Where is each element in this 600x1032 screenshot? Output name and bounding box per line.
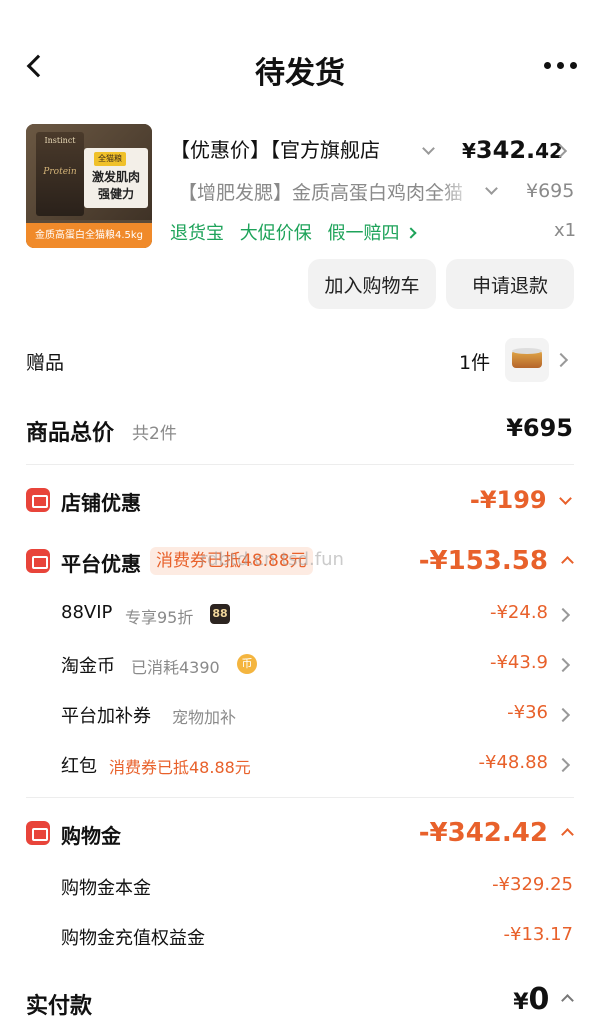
- paid-value: 0: [528, 982, 550, 1017]
- gift-count: 1件: [459, 352, 491, 374]
- service-returns: 退货宝: [170, 223, 224, 244]
- more-icon[interactable]: [544, 62, 578, 72]
- image-brand: Instinct: [44, 136, 76, 145]
- paid-label: 实付款: [26, 994, 93, 1019]
- store-discount-chevron-icon: [559, 492, 572, 505]
- image-badge: 全猫粮: [94, 152, 126, 166]
- expand-subtitle-icon[interactable]: [485, 182, 498, 195]
- platform-discount-label: 平台优惠: [61, 552, 141, 576]
- item-note: 已消耗4390: [131, 658, 220, 677]
- divider: [26, 464, 574, 465]
- paid-chevron-icon: [561, 994, 574, 1007]
- page-title: 待发货: [255, 56, 345, 91]
- item-note: 专享95折: [125, 608, 194, 627]
- store-discount-label: 店铺优惠: [61, 491, 141, 515]
- add-to-cart-button[interactable]: 加入购物车: [308, 259, 436, 309]
- store-discount-row[interactable]: -¥199: [469, 486, 572, 514]
- item-value: -¥36: [507, 702, 548, 723]
- shopping-money-label: 购物金: [61, 824, 121, 848]
- request-refund-button[interactable]: 申请退款: [446, 259, 574, 309]
- discount-row-88vip[interactable]: 88VIP 专享95折 88 -¥24.8: [0, 598, 600, 632]
- service-tags[interactable]: 退货宝 大促价保 假一赔四: [170, 219, 417, 245]
- item-label: 88VIP: [61, 602, 113, 623]
- service-chevron-icon: [405, 227, 417, 239]
- item-chevron-icon: [555, 607, 571, 623]
- image-protein: Protein: [43, 167, 77, 177]
- shopping-money-row[interactable]: -¥342.42: [418, 818, 574, 848]
- price-int: 342.: [475, 136, 536, 164]
- discount-row-red-packet[interactable]: 红包 消费券已抵48.88元 -¥48.88: [0, 748, 600, 782]
- service-price-protect: 大促价保: [239, 223, 312, 244]
- price-symbol: ¥: [462, 139, 476, 163]
- item-note: 宠物加补: [172, 708, 237, 727]
- subtitle-fade: [440, 178, 476, 208]
- product-title-line2[interactable]: 【增肥发腮】金质高蛋白鸡肉全猫: [178, 178, 470, 208]
- divider: [26, 797, 574, 798]
- product-image[interactable]: Instinct Protein 全猫粮 激发肌肉 强健力 金质高蛋白全猫粮4.…: [26, 124, 152, 248]
- item-value: -¥24.8: [489, 602, 548, 623]
- item-label: 红包: [61, 756, 97, 777]
- gift-chevron-icon: [553, 352, 569, 368]
- product-image-bag: Instinct Protein: [36, 132, 84, 216]
- shopping-money-chevron-icon: [561, 828, 574, 841]
- item-value: -¥48.88: [478, 752, 548, 773]
- shopping-money-principal-row: 购物金本金 -¥329.25: [0, 870, 600, 904]
- image-tagline-1: 激发肌肉: [91, 170, 140, 184]
- product-title-text: 【优惠价】【官方旗舰店: [170, 138, 380, 162]
- total-value: ¥695: [506, 414, 573, 442]
- item-value: -¥13.17: [503, 924, 573, 945]
- store-discount-value: -¥199: [469, 486, 547, 514]
- product-subtitle-text: 【增肥发腮】金质高蛋白鸡肉全猫: [178, 182, 464, 204]
- platform-icon: [26, 549, 50, 573]
- paid-symbol: ¥: [513, 990, 529, 1015]
- paid-row[interactable]: ¥0: [513, 982, 574, 1017]
- image-tagline-2: 强健力: [97, 187, 134, 201]
- platform-discount-chevron-icon: [561, 556, 574, 569]
- coin-icon: 币: [237, 654, 257, 674]
- store-icon: [26, 488, 50, 512]
- shopping-money-icon: [26, 821, 50, 845]
- discount-row-taojinbi[interactable]: 淘金币 已消耗4390 币 -¥43.9: [0, 648, 600, 682]
- item-chevron-icon: [555, 707, 571, 723]
- original-price: ¥695: [526, 180, 575, 202]
- vip-88-badge-icon: 88: [210, 604, 230, 624]
- item-label: 购物金充值权益金: [61, 928, 205, 949]
- item-chevron-icon: [555, 757, 571, 773]
- platform-discount-value: -¥153.58: [418, 546, 548, 576]
- shopping-money-bonus-row: 购物金充值权益金 -¥13.17: [0, 920, 600, 954]
- product-price: ¥342.42: [462, 136, 563, 164]
- watermark: rdbtd.cn tsd.fun: [200, 549, 344, 570]
- quantity: x1: [554, 220, 577, 241]
- item-chevron-icon: [555, 657, 571, 673]
- item-note: 消费券已抵48.88元: [109, 758, 251, 777]
- item-label: 平台加补券: [61, 706, 151, 727]
- item-value: -¥43.9: [489, 652, 548, 673]
- gift-thumbnail: [505, 338, 549, 382]
- gift-row[interactable]: 赠品 1件: [0, 330, 600, 390]
- total-label: 商品总价: [26, 421, 115, 446]
- total-count: 共2件: [132, 424, 177, 444]
- gift-label: 赠品: [26, 352, 65, 374]
- item-label: 淘金币: [61, 656, 115, 677]
- service-authentic: 假一赔四: [327, 223, 400, 244]
- discount-row-platform-coupon[interactable]: 平台加补券 宠物加补 -¥36: [0, 698, 600, 732]
- platform-discount-row[interactable]: -¥153.58: [418, 546, 574, 576]
- item-label: 购物金本金: [61, 878, 151, 899]
- item-value: -¥329.25: [492, 874, 573, 895]
- shopping-money-value: -¥342.42: [418, 818, 548, 848]
- image-caption: 金质高蛋白全猫粮4.5kg: [26, 223, 152, 248]
